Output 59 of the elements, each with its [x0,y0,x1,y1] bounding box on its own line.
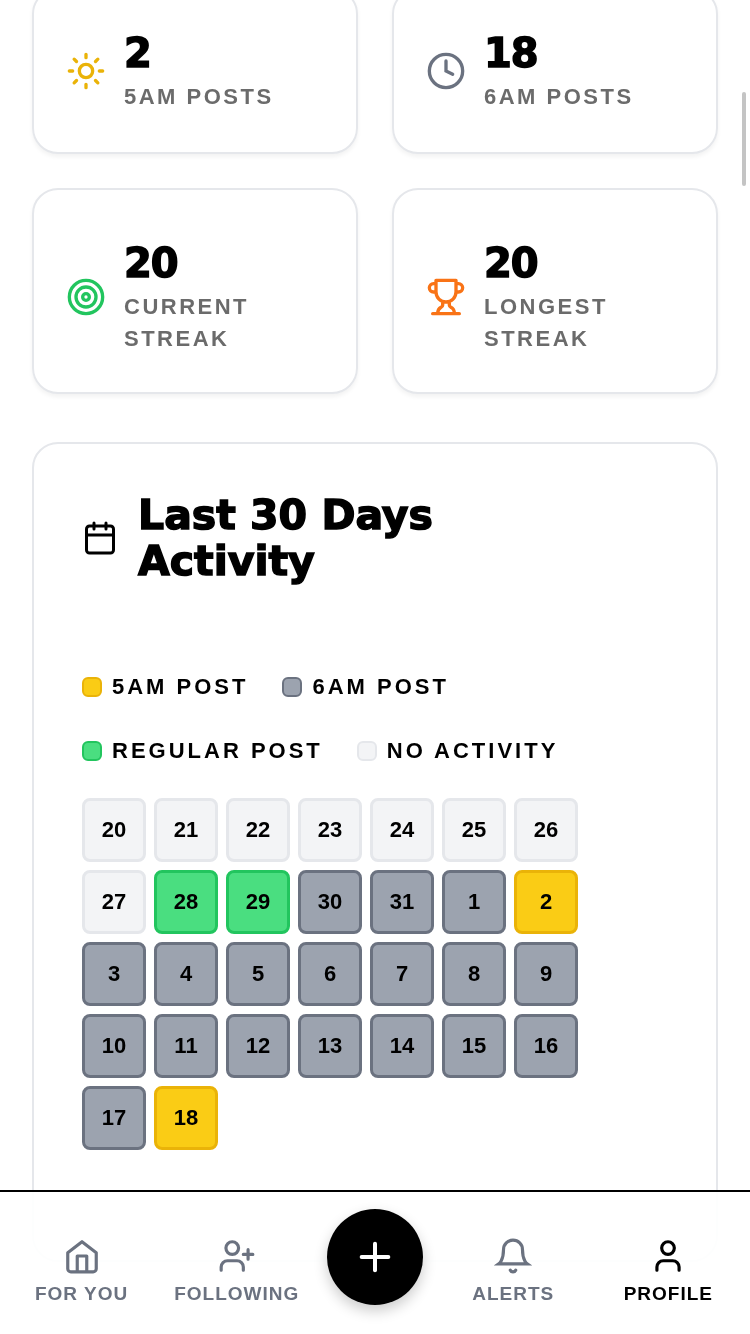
add-button[interactable] [326,1209,423,1305]
day-cell: 13 [298,1014,362,1078]
day-cell: 17 [82,1086,146,1150]
stat-value: 20 [124,239,179,287]
legend-label: 6AM POST [312,674,449,700]
stat-label: CURRENT STREAK [124,293,251,353]
activity-title: Last 30 Days Activity [138,492,434,584]
bell-icon [494,1237,533,1275]
day-cell: 7 [370,942,434,1006]
nav-tab[interactable]: FOR YOU [16,1237,147,1305]
legend-swatch [356,741,377,761]
day-cell: 23 [298,798,362,862]
legend-swatch [82,677,102,697]
day-cell: 9 [514,942,578,1006]
day-cell: 25 [442,798,506,862]
day-cell: 8 [442,942,506,1006]
day-cell: 18 [154,1086,218,1150]
day-cell: 2 [514,870,578,934]
sun-icon [66,51,106,91]
day-cell: 31 [370,870,434,934]
legend-label: REGULAR POST [112,738,323,764]
day-cell: 15 [442,1014,506,1078]
day-cell: 5 [226,942,290,1006]
day-cell: 22 [226,798,290,862]
stat-value: 2 [124,29,152,77]
stat-label: LONGEST STREAK [484,293,609,353]
day-cell: 11 [154,1014,218,1078]
nav-tab[interactable]: ALERTS [448,1237,579,1305]
day-cell: 12 [226,1014,290,1078]
day-cell: 14 [370,1014,434,1078]
clock-icon [426,51,466,91]
day-cell: 1 [442,870,506,934]
stat-label: 5AM POSTS [124,83,274,111]
day-cell: 10 [82,1014,146,1078]
day-cell: 26 [514,798,578,862]
day-cell: 30 [298,870,362,934]
day-cell: 16 [514,1014,578,1078]
nav-tab[interactable]: FOLLOWING [171,1237,302,1305]
legend-label: 5AM POST [112,674,249,700]
day-cell: 21 [154,798,218,862]
legend-swatch [82,741,102,761]
legend-swatch [282,677,303,697]
day-cell: 20 [82,798,146,862]
day-cell: 6 [298,942,362,1006]
day-cell: 24 [370,798,434,862]
day-cell: 27 [82,870,146,934]
calendar-icon [82,520,118,556]
nav-tab[interactable]: PROFILE [603,1237,734,1305]
trophy-icon [426,277,466,317]
day-cell: 28 [154,870,218,934]
user-plus-icon [217,1237,256,1275]
day-cell: 3 [82,942,146,1006]
day-cell: 4 [154,942,218,1006]
target-icon [66,277,106,317]
stat-label: 6AM POSTS [484,83,634,111]
stat-value: 18 [484,29,539,77]
stat-value: 20 [484,239,539,287]
day-cell: 29 [226,870,290,934]
legend-label: NO ACTIVITY [386,738,559,764]
